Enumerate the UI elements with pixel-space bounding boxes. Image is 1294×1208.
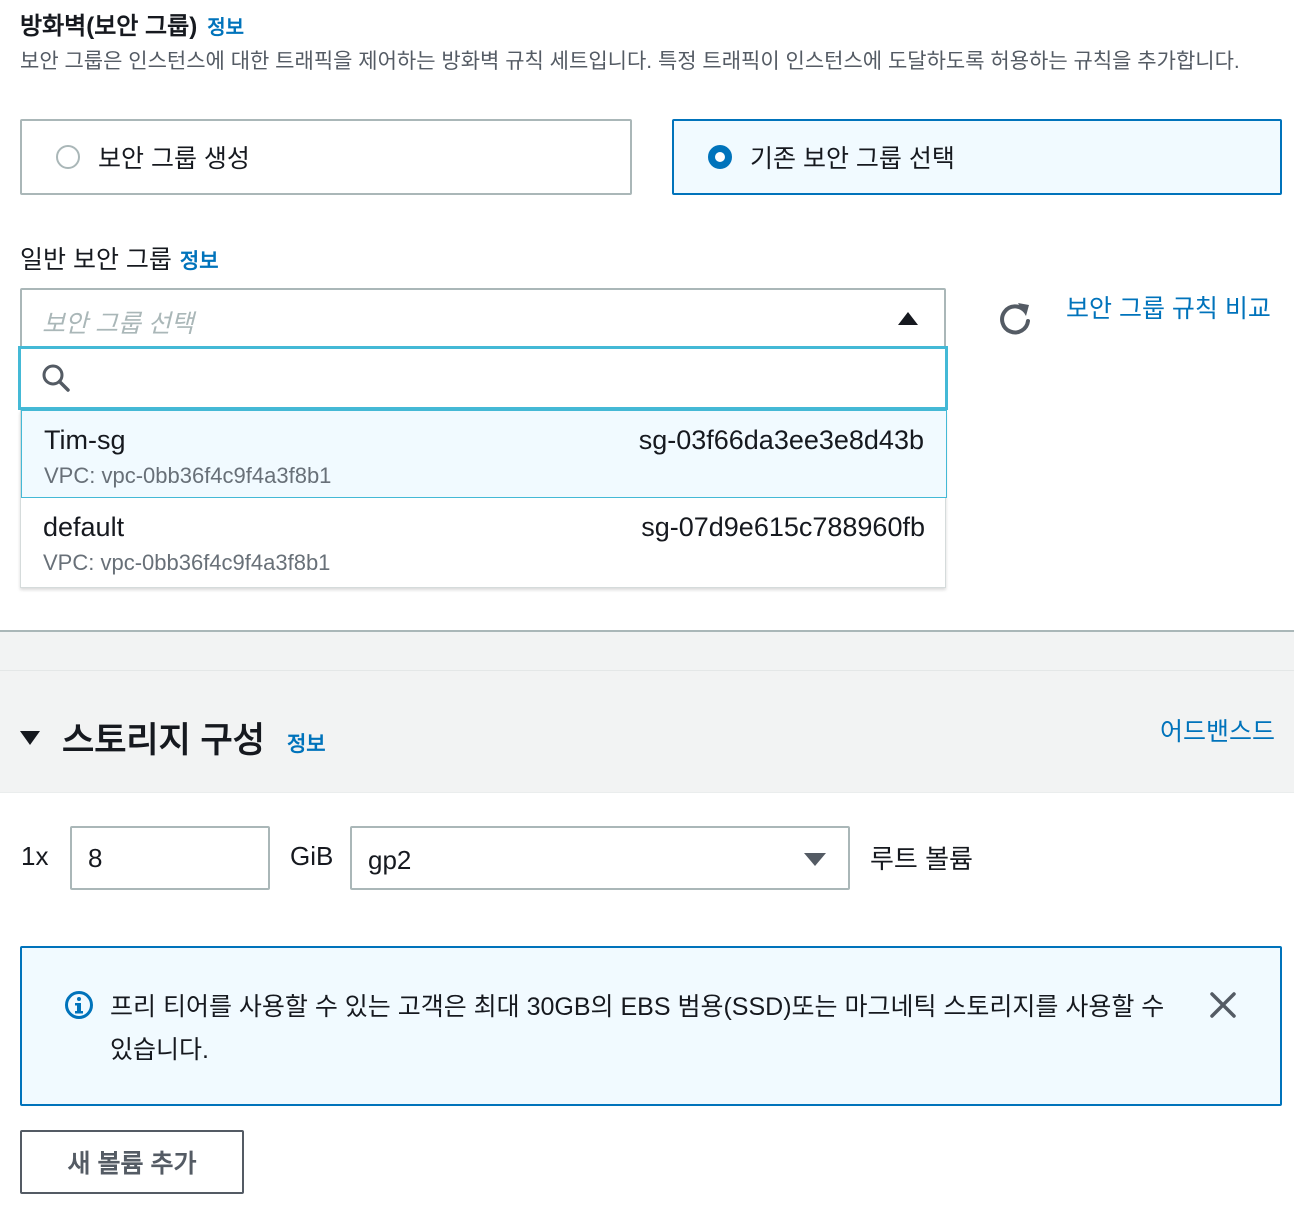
firewall-description: 보안 그룹은 인스턴스에 대한 트래픽을 제어하는 방화벽 규칙 세트입니다. … (20, 50, 1240, 73)
security-group-field-label: 일반 보안 그룹 정보 (20, 240, 219, 276)
security-group-select-placeholder: 보안 그룹 선택 (42, 310, 194, 338)
security-group-info-link[interactable]: 정보 (180, 250, 219, 273)
option-group-id: sg-07d9e615c788960fb (641, 512, 925, 542)
storage-section-header: 스토리지 구성 정보 (20, 712, 326, 763)
storage-section-title: 스토리지 구성 (62, 721, 265, 760)
band-divider (0, 792, 1294, 793)
firewall-title-text: 방화벽(보안 그룹) (20, 13, 198, 40)
add-new-volume-button[interactable]: 새 볼륨 추가 (20, 1130, 244, 1194)
volume-type-select[interactable]: gp2 (350, 826, 850, 890)
volume-size-unit: GiB (290, 841, 334, 871)
storage-info-link[interactable]: 정보 (287, 728, 326, 758)
collapse-toggle-icon[interactable] (20, 730, 40, 745)
volume-size-input[interactable] (70, 826, 270, 890)
security-group-option-tim-sg[interactable]: Tim-sg VPC: vpc-0bb36f4c9f4a3f8b1 sg-03f… (21, 410, 947, 498)
option-group-id: sg-03f66da3ee3e8d43b (638, 425, 924, 455)
option-name: Tim-sg (44, 425, 126, 455)
create-security-group-option[interactable]: 보안 그룹 생성 (20, 119, 632, 195)
search-icon (42, 364, 70, 392)
create-security-group-label: 보안 그룹 생성 (98, 145, 250, 173)
volume-quantity: 1x (21, 841, 49, 871)
root-volume-label: 루트 볼륨 (870, 844, 973, 874)
alert-message: 프리 티어를 사용할 수 있는 고객은 최대 30GB의 EBS 범용(SSD)… (110, 993, 1165, 1064)
security-group-search-input[interactable] (18, 346, 948, 410)
security-group-dropdown-list: Tim-sg VPC: vpc-0bb36f4c9f4a3f8b1 sg-03f… (20, 410, 947, 588)
select-existing-security-group-radio[interactable] (708, 145, 732, 169)
chevron-down-icon (804, 853, 826, 866)
firewall-section-title: 방화벽(보안 그룹) 정보 (20, 6, 244, 41)
select-existing-security-group-label: 기존 보안 그룹 선택 (750, 145, 955, 173)
advanced-link[interactable]: 어드밴스드 (1160, 712, 1275, 748)
free-tier-info-alert: 프리 티어를 사용할 수 있는 고객은 최대 30GB의 EBS 범용(SSD)… (20, 946, 1282, 1106)
band-divider (0, 670, 1294, 671)
info-icon (65, 991, 93, 1019)
option-vpc: VPC: vpc-0bb36f4c9f4a3f8b1 (43, 550, 331, 575)
option-name: default (43, 512, 125, 542)
volume-type-value: gp2 (368, 845, 412, 875)
caret-up-icon (898, 312, 918, 325)
security-group-select[interactable]: 보안 그룹 선택 (20, 288, 946, 348)
compare-security-group-rules-link[interactable]: 보안 그룹 규칙 비교 (1066, 290, 1276, 329)
security-group-option-default[interactable]: default VPC: vpc-0bb36f4c9f4a3f8b1 sg-07… (21, 498, 947, 586)
option-vpc: VPC: vpc-0bb36f4c9f4a3f8b1 (44, 463, 332, 488)
select-existing-security-group-option[interactable]: 기존 보안 그룹 선택 (672, 119, 1282, 195)
firewall-info-link[interactable]: 정보 (207, 17, 244, 39)
refresh-icon[interactable] (996, 300, 1034, 338)
security-group-label-text: 일반 보안 그룹 (20, 246, 172, 274)
close-icon[interactable] (1208, 990, 1238, 1020)
create-security-group-radio[interactable] (56, 145, 80, 169)
